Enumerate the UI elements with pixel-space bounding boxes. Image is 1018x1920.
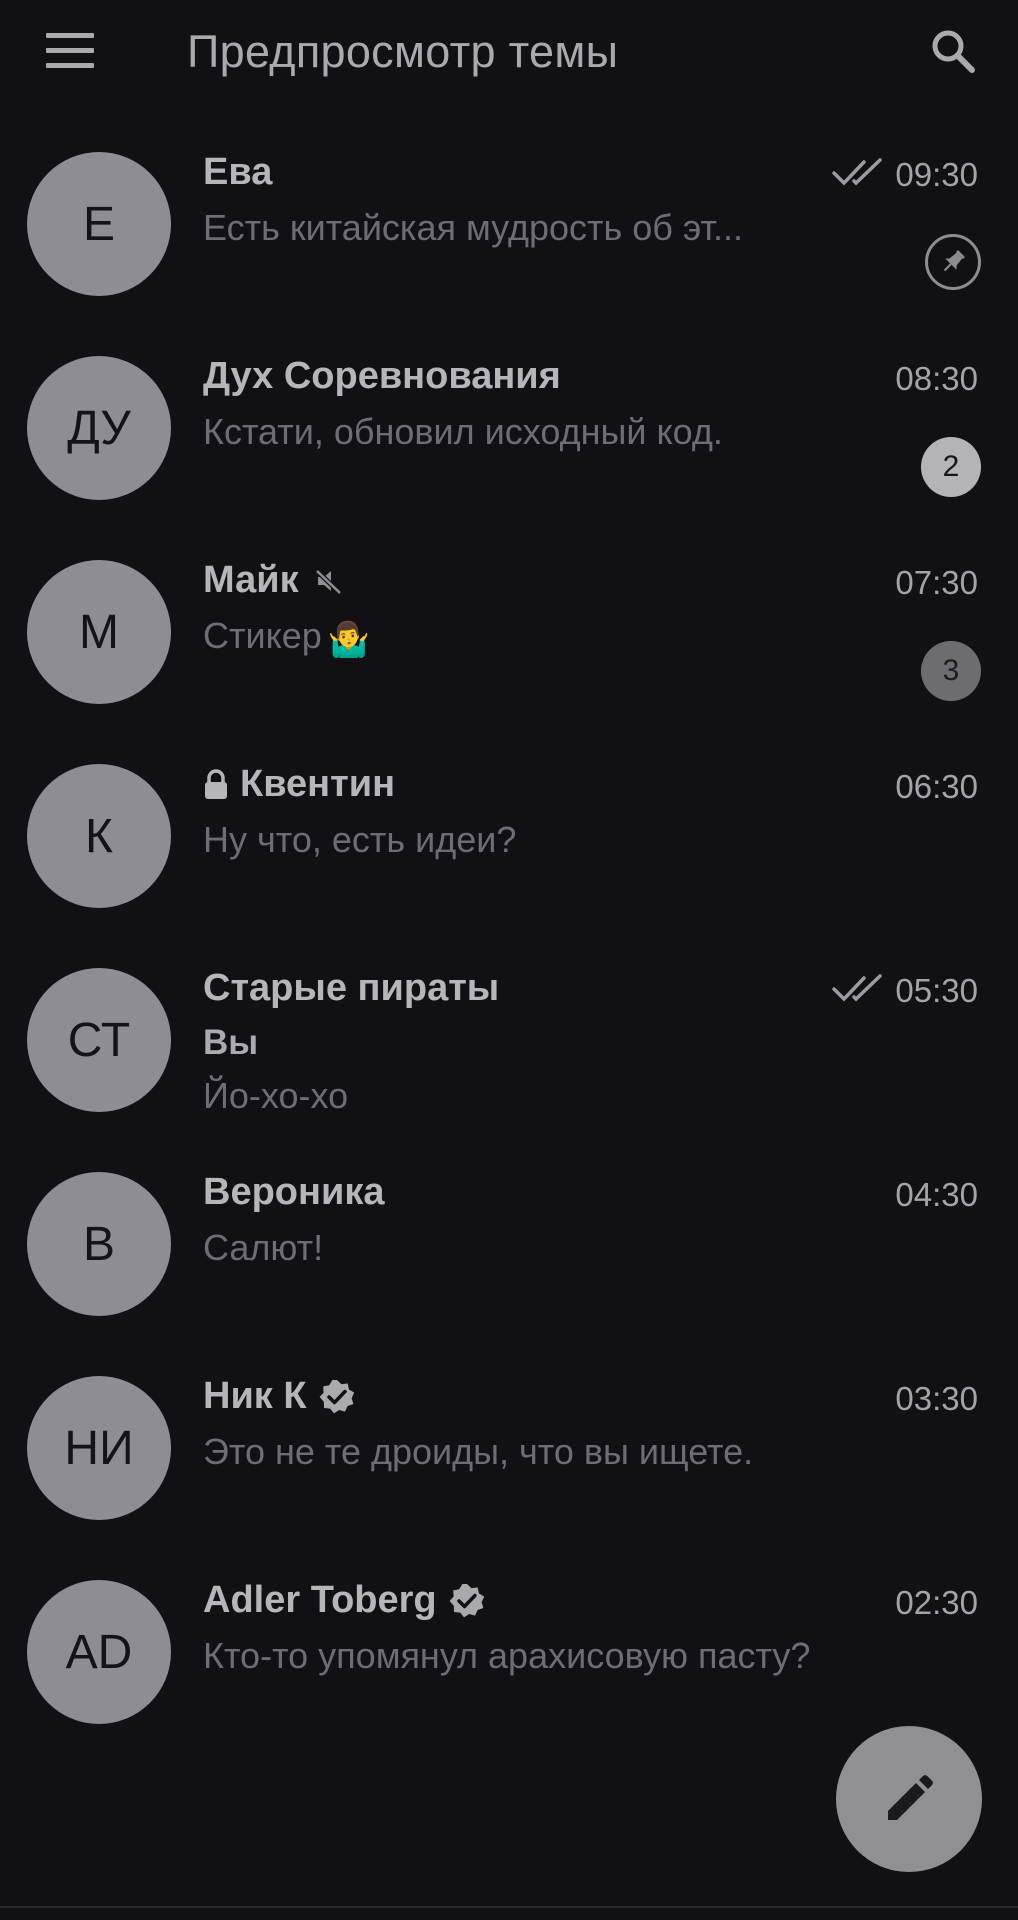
chat-item[interactable]: СТ Старые пираты 05:30 Вы Йо-хо-хо xyxy=(0,924,1018,1128)
chat-name-text: Старые пираты xyxy=(203,967,500,1009)
chat-name: Дух Соревнования xyxy=(203,355,561,398)
chat-name-text: Ева xyxy=(203,151,273,193)
avatar: AD xyxy=(27,1580,171,1724)
chat-time: 05:30 xyxy=(895,972,978,1009)
chat-name-text: Adler Toberg xyxy=(203,1579,437,1621)
chat-time: 06:30 xyxy=(895,768,978,805)
avatar: М xyxy=(27,560,171,704)
chat-time: 09:30 xyxy=(895,156,978,193)
bottom-divider xyxy=(0,1906,1018,1908)
search-icon[interactable] xyxy=(929,27,977,75)
chat-time: 04:30 xyxy=(895,1176,978,1213)
chat-name: Квентин xyxy=(203,763,395,806)
chat-name-text: Дух Соревнования xyxy=(203,355,561,397)
avatar: ДУ xyxy=(27,356,171,500)
chat-preview: Йо-хо-хо xyxy=(203,1075,349,1116)
double-check-icon xyxy=(832,158,882,186)
lock-icon xyxy=(205,768,227,799)
chat-time: 03:30 xyxy=(895,1380,978,1417)
chat-name: Ева xyxy=(203,151,272,194)
avatar: К xyxy=(27,764,171,908)
chat-item[interactable]: В Вероника 04:30 Салют! xyxy=(0,1128,1018,1332)
avatar: СТ xyxy=(27,968,171,1112)
chat-name-text: Квентин xyxy=(240,763,396,805)
chat-name-text: Ник К xyxy=(203,1375,307,1417)
chat-item[interactable]: НИ Ник К 03:30 Это не те дроиды, что вы … xyxy=(0,1332,1018,1536)
chat-preview: Ну что, есть идеи? xyxy=(203,819,517,860)
chat-item[interactable]: К Квентин 06:30 Ну что, есть идеи? xyxy=(0,720,1018,924)
pin-icon xyxy=(943,250,965,272)
double-check-icon xyxy=(832,974,882,1002)
chat-item[interactable]: AD Adler Toberg 02:30 Кто-то упомянул ар… xyxy=(0,1536,1018,1740)
chat-name: Adler Toberg xyxy=(203,1579,486,1622)
chat-list: Е Ева 09:30 Есть китайская мудрость об э… xyxy=(0,108,1018,1740)
chat-time: 02:30 xyxy=(895,1584,978,1621)
menu-icon[interactable] xyxy=(46,33,96,69)
compose-fab-button[interactable] xyxy=(836,1726,982,1872)
avatar: В xyxy=(27,1172,171,1316)
chat-preview: Есть китайская мудрость об эт... xyxy=(203,207,743,248)
chat-preview: Кто-то упомянул арахисовую пасту? xyxy=(203,1635,811,1676)
chat-preview: Это не те дроиды, что вы ищете. xyxy=(203,1431,754,1472)
sticker-emoji: 🤷‍♂️ xyxy=(327,621,371,659)
chat-name: Старые пираты xyxy=(203,967,499,1010)
pin-badge xyxy=(925,234,981,290)
chat-time: 07:30 xyxy=(895,564,978,601)
chat-name: Майк xyxy=(203,559,344,602)
avatar: НИ xyxy=(27,1376,171,1520)
chat-name-text: Вероника xyxy=(203,1171,385,1213)
chat-preview: Кстати, обновил исходный код. xyxy=(203,411,723,452)
unread-count-badge: 3 xyxy=(921,641,981,701)
muted-speaker-icon xyxy=(314,568,342,595)
chat-item[interactable]: Е Ева 09:30 Есть китайская мудрость об э… xyxy=(0,108,1018,312)
chat-name: Ник К xyxy=(203,1375,356,1418)
chat-name-text: Майк xyxy=(203,559,299,601)
verified-icon xyxy=(319,1379,354,1413)
page-title: Предпросмотр темы xyxy=(187,26,619,77)
chat-preview: Стикер 🤷‍♂️ xyxy=(203,615,370,660)
chat-name: Вероника xyxy=(203,1171,384,1214)
chat-time: 08:30 xyxy=(895,360,978,397)
chat-preview-sender: Вы xyxy=(203,1023,259,1062)
chat-item[interactable]: ДУ Дух Соревнования 08:30 Кстати, обнови… xyxy=(0,312,1018,516)
app-bar: Предпросмотр темы xyxy=(0,0,1018,108)
chat-preview: Салют! xyxy=(203,1227,324,1268)
chat-item[interactable]: М Майк 07:30 Стикер 🤷‍♂️ 3 xyxy=(0,516,1018,720)
unread-count-badge: 2 xyxy=(921,437,981,497)
avatar: Е xyxy=(27,152,171,296)
verified-icon xyxy=(449,1583,484,1617)
chat-preview-text: Стикер xyxy=(203,615,322,656)
pencil-icon xyxy=(888,1775,933,1820)
